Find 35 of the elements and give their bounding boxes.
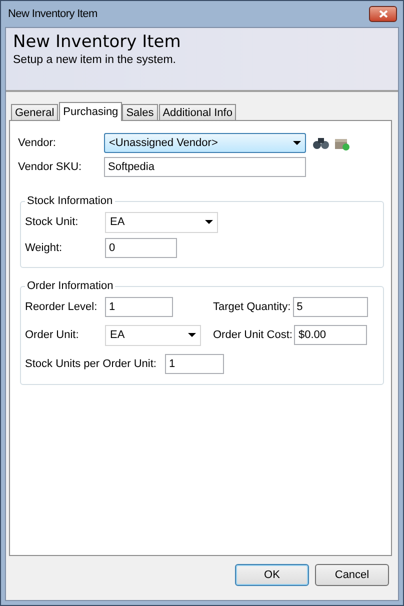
field-label: Weight: — [25, 242, 64, 254]
reorder-level-field[interactable]: 1 — [105, 297, 173, 317]
close-icon[interactable] — [378, 10, 388, 18]
tab[interactable]: Sales — [122, 104, 158, 120]
order-unit-cost-field[interactable]: $0.00 — [294, 325, 368, 345]
tab[interactable]: Purchasing — [59, 102, 122, 121]
binoculars-icon[interactable] — [312, 136, 330, 150]
close-button[interactable] — [369, 6, 397, 22]
vendor-dropdown[interactable]: <Unassigned Vendor> — [104, 133, 306, 153]
stock-unit-dropdown[interactable]: EA — [105, 212, 218, 232]
group-title: Stock Information — [26, 195, 114, 207]
order-unit-dropdown[interactable]: EA — [105, 324, 201, 346]
dialog-button[interactable]: Cancel — [315, 564, 389, 586]
group-title: Order Information — [26, 280, 114, 292]
field-label: Stock Units per Order Unit: — [25, 358, 158, 370]
field-label: Order Unit: — [25, 329, 80, 341]
tab[interactable]: General — [11, 104, 58, 120]
dropdown-caret-icon[interactable] — [188, 333, 196, 337]
dropdown-caret-icon[interactable] — [293, 141, 301, 145]
dialog-button[interactable]: OK — [235, 564, 309, 586]
field-label: Vendor: — [18, 137, 57, 149]
vendor-sku-field[interactable]: Softpedia — [104, 157, 306, 177]
dropdown-caret-icon[interactable] — [205, 220, 213, 224]
dialog-heading: New Inventory Item — [13, 32, 181, 52]
field-label: Vendor SKU: — [18, 161, 83, 173]
stock-units-field[interactable]: 1 — [165, 354, 224, 374]
text-field[interactable]: 0 — [105, 238, 177, 258]
tab[interactable]: Additional Info — [158, 104, 236, 120]
field-label: Stock Unit: — [25, 216, 80, 228]
field-label: Reorder Level: — [25, 301, 98, 313]
field-label: Target Quantity: — [213, 301, 291, 313]
field-label: Order Unit Cost: — [213, 329, 292, 341]
dialog-subtitle: Setup a new item in the system. — [13, 54, 176, 66]
window-title: New Inventory Item — [8, 8, 98, 20]
target-quantity-field[interactable]: 5 — [292, 297, 368, 317]
